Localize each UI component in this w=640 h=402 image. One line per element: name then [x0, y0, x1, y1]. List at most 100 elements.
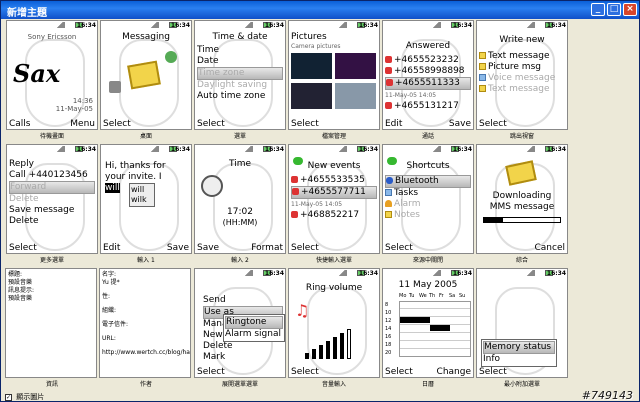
preview-more[interactable]: 16:34 Reply Call +440123456 Forward Dele… — [5, 144, 98, 268]
list-item[interactable]: Info — [483, 354, 555, 365]
preview-volume[interactable]: 16:34 Ring volume ♫ Select 音量輸入 — [287, 268, 380, 392]
list-item[interactable]: Voice message — [479, 73, 565, 84]
list-item[interactable]: Reply — [9, 159, 95, 170]
volume-bars[interactable] — [305, 323, 367, 359]
list-item[interactable]: Picture msg — [479, 62, 565, 73]
right-softkey[interactable]: Save — [167, 243, 189, 253]
right-softkey[interactable]: Menu — [70, 119, 95, 129]
list-item[interactable]: +4655523232 — [385, 55, 471, 66]
preview-incoming[interactable]: 16:34 Shortcuts Bluetooth Tasks Alarm No… — [381, 144, 474, 268]
left-softkey[interactable]: Select — [479, 119, 507, 129]
preview-fileman[interactable]: 16:34 Pictures Camera pictures Select 檔案… — [287, 20, 380, 144]
list-item-selected[interactable]: Time zone — [197, 67, 283, 80]
preview-popup[interactable]: 16:34 Write new Text message Picture msg… — [475, 20, 568, 144]
phone-screen[interactable]: 16:34 Reply Call +440123456 Forward Dele… — [6, 144, 98, 254]
list-item[interactable]: Text message — [479, 51, 565, 62]
calendar-event[interactable] — [400, 317, 430, 323]
phone-screen[interactable]: 16:34 Answered +4655523232 +46558998898 … — [382, 20, 474, 130]
phone-screen[interactable]: 16:34 Time & date Time Date Time zone Da… — [194, 20, 286, 130]
right-softkey[interactable]: Format — [251, 243, 283, 253]
right-softkey[interactable]: Change — [437, 367, 471, 377]
preview-info[interactable]: 標題: 預設音樂 訊息提示: 預設音樂 資訊 — [5, 268, 97, 392]
author-url[interactable]: http://www.wertch.cc/blog/har — [102, 349, 190, 357]
list-item[interactable]: Call +440123456 — [9, 170, 95, 181]
right-softkey[interactable]: Cancel — [535, 243, 566, 253]
list-item[interactable]: +46558998898 — [385, 66, 471, 77]
list-item[interactable]: Mark — [203, 352, 283, 363]
preview-calls[interactable]: 16:34 Answered +4655523232 +46558998898 … — [381, 20, 474, 144]
show-images-checkbox[interactable]: ✓ — [5, 394, 12, 401]
thumbnail-image[interactable] — [291, 83, 332, 109]
list-item[interactable]: Save message — [9, 205, 95, 216]
list-item[interactable]: Delete — [9, 216, 95, 227]
submenu-item[interactable]: Ringtone — [225, 316, 283, 329]
preview-settings[interactable]: 16:34 Time & date Time Date Time zone Da… — [193, 20, 286, 144]
list-item[interactable]: Alarm — [385, 199, 471, 210]
phone-screen[interactable]: 16:34 Time 17:02 (HH:MM) Save Format — [194, 144, 286, 254]
phone-screen[interactable]: 16:34 Ring volume ♫ Select — [288, 268, 380, 378]
list-item-selected[interactable]: +4655511333 — [385, 77, 471, 90]
phone-screen[interactable]: 16:34 Shortcuts Bluetooth Tasks Alarm No… — [382, 144, 474, 254]
list-item-selected[interactable]: Memory status — [483, 341, 555, 354]
suggestion-popup[interactable]: will wilk — [129, 183, 155, 207]
list-item[interactable]: Delete — [203, 341, 283, 352]
time-input[interactable]: 17:02 — [195, 207, 285, 217]
maximize-button[interactable]: □ — [607, 3, 621, 16]
left-softkey[interactable]: Save — [197, 243, 219, 253]
list-item[interactable]: Tasks — [385, 188, 471, 199]
phone-screen[interactable]: 16:34 Write new Text message Picture msg… — [476, 20, 568, 130]
minimize-button[interactable]: _ — [591, 3, 605, 16]
preview-calendar[interactable]: 16:34 11 May 2005 Mo Tu We Th Fr Sa Su 8… — [381, 268, 474, 392]
list-item[interactable]: Send — [203, 295, 283, 306]
list-item-selected[interactable]: +4655577711 — [291, 186, 377, 199]
preview-input1[interactable]: 16:34 Hi, thanks for your invite. I will… — [99, 144, 192, 268]
phone-screen[interactable]: 16:34 Hi, thanks for your invite. I will… — [100, 144, 192, 254]
thumbnail-image[interactable] — [335, 83, 376, 109]
preview-author[interactable]: 名字: Yu 提* 性: 組織: 電子信件: URL: http://www.w… — [99, 268, 191, 392]
list-item-selected[interactable]: Bluetooth — [385, 175, 471, 188]
phone-screen[interactable]: 16:34 New events +4655533535 +4655577711… — [288, 144, 380, 254]
left-softkey[interactable]: Select — [385, 243, 413, 253]
list-item[interactable]: +468852217 — [291, 210, 377, 221]
preview-shortcut-entry[interactable]: 16:34 New events +4655533535 +4655577711… — [287, 144, 380, 268]
word-suggestion-selected[interactable]: will — [105, 183, 120, 193]
phone-screen[interactable]: 16:34 Sony Ericsson Sax 14:36 11-May-05 … — [6, 20, 98, 130]
calendar-event[interactable] — [430, 325, 450, 331]
close-button[interactable]: × — [623, 3, 637, 16]
list-item[interactable]: Delete — [9, 194, 95, 205]
left-softkey[interactable]: Select — [291, 367, 319, 377]
preview-desktop[interactable]: 16:34 Messaging Select 桌面 — [99, 20, 192, 144]
list-item[interactable]: Notes — [385, 210, 471, 221]
left-softkey[interactable]: Select — [9, 243, 37, 253]
suggestion-item[interactable]: wilk — [131, 195, 153, 205]
left-softkey[interactable]: Select — [291, 119, 319, 129]
thumbnail-image[interactable] — [335, 53, 376, 79]
left-softkey[interactable]: Select — [385, 367, 413, 377]
left-softkey[interactable]: Select — [103, 119, 131, 129]
phone-screen[interactable]: 16:34 Send Use as Manage New Delete Mark… — [194, 268, 286, 378]
list-item-selected[interactable]: Forward — [9, 181, 95, 194]
suggestion-item[interactable]: will — [131, 185, 153, 195]
right-softkey[interactable]: Save — [449, 119, 471, 129]
phone-screen[interactable]: 16:34 Downloading MMS message Cancel — [476, 144, 568, 254]
preview-input2[interactable]: 16:34 Time 17:02 (HH:MM) Save Format 輸入 … — [193, 144, 286, 268]
left-softkey[interactable]: Select — [479, 367, 507, 377]
list-item[interactable]: Time — [197, 45, 283, 56]
preview-expand[interactable]: 16:34 Send Use as Manage New Delete Mark… — [193, 268, 286, 392]
list-item[interactable]: Daylight saving — [197, 80, 283, 91]
submenu-item[interactable]: Alarm signal — [225, 329, 283, 340]
left-softkey[interactable]: Edit — [385, 119, 402, 129]
phone-screen[interactable]: 16:34 Memory status Info Select — [476, 268, 568, 378]
list-item[interactable]: Date — [197, 56, 283, 67]
list-item[interactable]: +4655533535 — [291, 175, 377, 186]
phone-screen[interactable]: 16:34 Messaging Select — [100, 20, 192, 130]
list-item[interactable]: +4655131217 — [385, 101, 471, 112]
preview-wallpaper[interactable]: 16:34 Sony Ericsson Sax 14:36 11-May-05 … — [5, 20, 98, 144]
phone-screen[interactable]: 16:34 11 May 2005 Mo Tu We Th Fr Sa Su 8… — [382, 268, 474, 378]
preview-mini[interactable]: 16:34 Memory status Info Select 最小附加選單 — [475, 268, 568, 392]
list-item[interactable]: Text message — [479, 84, 565, 95]
list-item[interactable]: Auto time zone — [197, 91, 283, 102]
thumbnail-image[interactable] — [291, 53, 332, 79]
preview-combined[interactable]: 16:34 Downloading MMS message Cancel 綜合 — [475, 144, 568, 268]
phone-screen[interactable]: 16:34 Pictures Camera pictures Select — [288, 20, 380, 130]
